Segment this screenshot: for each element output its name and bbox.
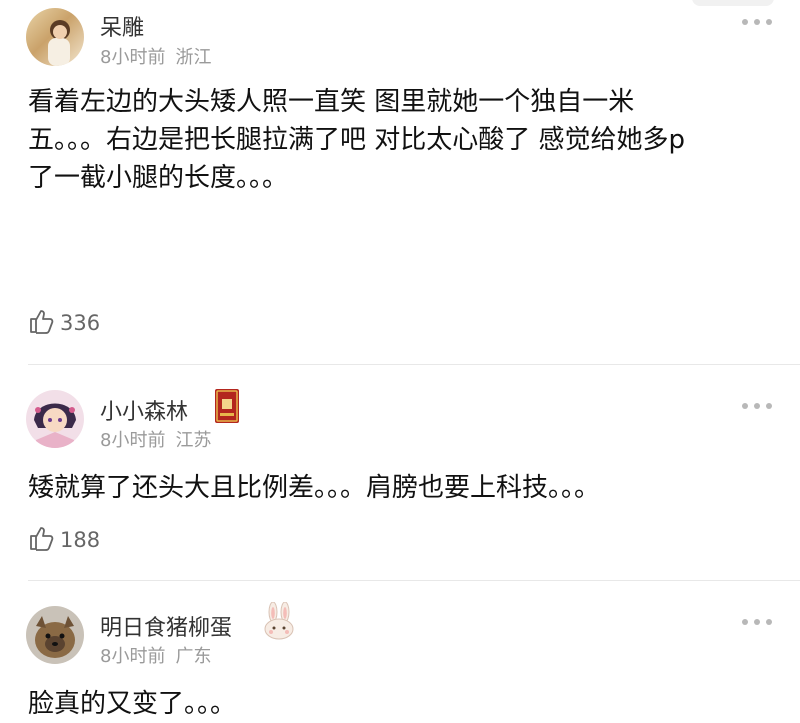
more-icon[interactable] [742, 612, 772, 632]
avatar[interactable] [26, 390, 84, 448]
divider [28, 580, 800, 581]
avatar[interactable] [26, 8, 84, 66]
like-count: 188 [60, 528, 101, 552]
comment-line: 看着左边的大头矮人照一直笑 图里就她一个独自一米 [28, 87, 635, 117]
username[interactable]: 呆雕 [100, 10, 144, 42]
comment-text: 矮就算了还头大且比例差。。。肩膀也要上科技。。。 [28, 469, 768, 507]
comment-line: 五。。。右边是把长腿拉满了吧 对比太心酸了 感觉给她多p [28, 125, 686, 155]
thumbs-up-icon [28, 307, 56, 339]
like-button[interactable]: 188 [28, 524, 100, 556]
like-count: 336 [60, 311, 101, 335]
comment-meta: 8小时前 江苏 [100, 426, 221, 452]
location: 江苏 [175, 430, 212, 451]
timestamp: 8小时前 [100, 646, 166, 667]
timestamp: 8小时前 [100, 47, 166, 68]
comment-line: 矮就算了还头大且比例差。。。肩膀也要上科技。。。 [28, 473, 601, 503]
timestamp: 8小时前 [100, 430, 166, 451]
comment-line: 脸真的又变了。。。 [28, 689, 237, 719]
more-icon[interactable] [742, 12, 772, 32]
location: 广东 [175, 646, 212, 667]
avatar[interactable] [26, 606, 84, 664]
like-button[interactable]: 336 [28, 307, 100, 339]
top-pill-button[interactable] [692, 0, 774, 6]
rabbit-badge-icon [262, 601, 296, 644]
more-icon[interactable] [742, 396, 772, 416]
comment-line: 了一截小腿的长度。。。 [28, 163, 289, 193]
book-badge-icon [214, 388, 240, 428]
thumbs-up-icon [28, 524, 56, 556]
location: 浙江 [175, 47, 212, 68]
comment-text: 脸真的又变了。。。 [28, 685, 768, 723]
username[interactable]: 明日食猪柳蛋 [100, 610, 232, 642]
username[interactable]: 小小森林 [100, 394, 188, 426]
divider [28, 364, 800, 365]
comment-meta: 8小时前 浙江 [100, 43, 221, 69]
comment-meta: 8小时前 广东 [100, 642, 221, 668]
comment-text: 看着左边的大头矮人照一直笑 图里就她一个独自一米 五。。。右边是把长腿拉满了吧 … [28, 83, 768, 197]
